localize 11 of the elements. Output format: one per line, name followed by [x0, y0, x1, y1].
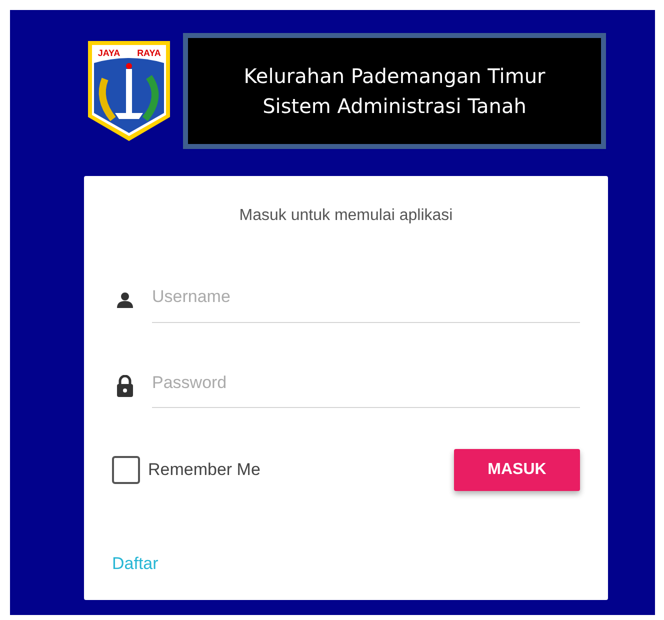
emblem-word: JAYA: [98, 48, 120, 58]
emblem-word: RAYA: [137, 48, 161, 58]
title-line: Kelurahan Pademangan Timur: [244, 63, 546, 90]
remember-checkbox[interactable]: [112, 456, 140, 484]
masuk-button[interactable]: MASUK: [454, 449, 580, 491]
user-icon: [116, 292, 134, 308]
title-line: Sistem Administrasi Tanah: [262, 93, 526, 120]
lock-icon: [116, 374, 134, 397]
remember-label: Remember Me: [148, 459, 260, 482]
login-heading: Masuk untuk memulai aplikasi: [238, 206, 454, 226]
register-link[interactable]: Daftar: [112, 554, 158, 573]
